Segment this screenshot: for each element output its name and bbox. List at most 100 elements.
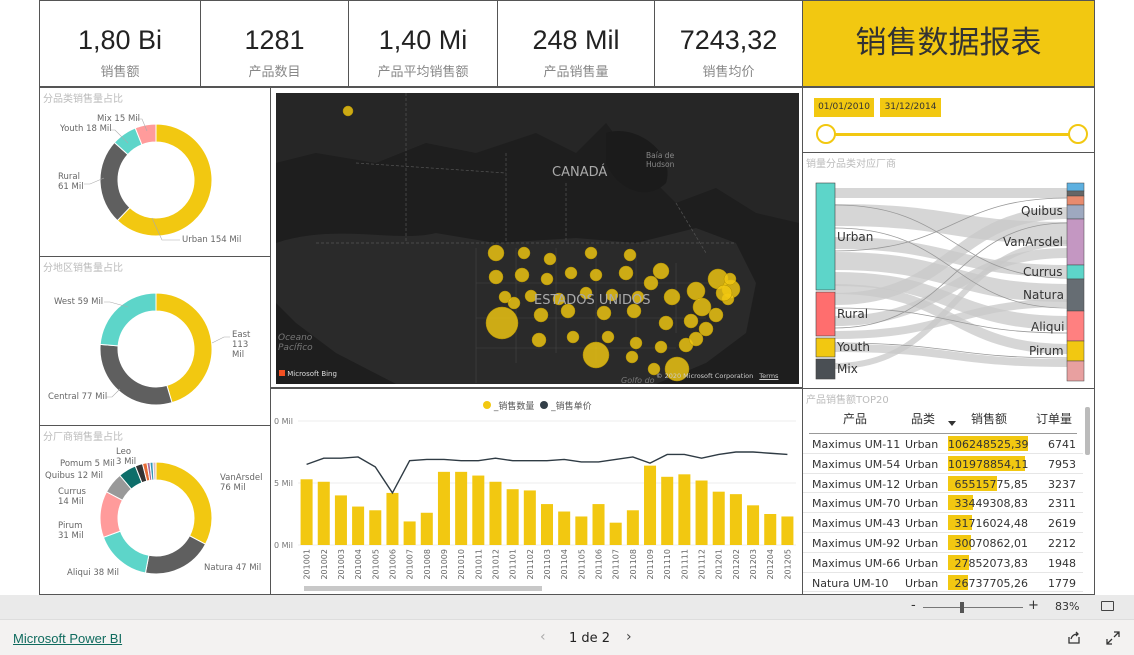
map-bubble[interactable] <box>342 105 354 117</box>
map-bubble[interactable] <box>564 266 578 280</box>
bar-201203[interactable] <box>747 505 760 545</box>
bar-201108[interactable] <box>626 510 639 545</box>
zoom-slider-handle[interactable] <box>960 602 964 613</box>
next-page-chevron-icon[interactable]: › <box>626 629 632 645</box>
table-scrollbar[interactable] <box>1085 407 1090 455</box>
bar-201008[interactable] <box>420 512 433 545</box>
map-bubble[interactable] <box>715 284 733 302</box>
map-bubble[interactable] <box>485 306 519 340</box>
date-slider-track[interactable] <box>825 133 1079 136</box>
header-category[interactable]: 品类 <box>911 410 935 427</box>
chart-scrollbar[interactable] <box>304 586 542 591</box>
map-bubble[interactable] <box>488 269 504 285</box>
table-row[interactable]: Maximus UM-70 Urban 33449308,83 2311 <box>803 493 1083 514</box>
date-slider-start-handle[interactable] <box>816 124 836 144</box>
sankey-panel[interactable]: 销量分品类对应厂商 Urban Rural Youth Mix Quibus V… <box>802 152 1095 389</box>
donut-maker-slice-natura[interactable] <box>144 535 207 575</box>
header-orders[interactable]: 订单量 <box>1036 410 1072 427</box>
fullscreen-icon[interactable] <box>1106 631 1120 645</box>
map-bubble[interactable] <box>596 305 612 321</box>
bar-201004[interactable] <box>352 506 365 545</box>
map-bubble[interactable] <box>566 330 580 344</box>
bar-201101[interactable] <box>506 489 519 545</box>
bar-201111[interactable] <box>678 474 691 545</box>
table-row[interactable]: Maximus UM-43 Urban 31716024,48 2619 <box>803 513 1083 533</box>
price-line[interactable] <box>306 451 788 495</box>
bar-201109[interactable] <box>644 465 657 545</box>
bar-201003[interactable] <box>334 495 347 545</box>
table-row[interactable]: Maximus UM-54 Urban 101978854,11 7953 <box>803 454 1083 474</box>
donut-maker-slice-vanarsdel[interactable] <box>155 461 213 545</box>
sort-desc-icon[interactable] <box>948 421 956 426</box>
bar-201006[interactable] <box>386 492 399 545</box>
bar-201110[interactable] <box>661 476 674 545</box>
map-canvas[interactable]: CANADÁ ESTADOS UNIDOS Baía de Hudson Oce… <box>276 93 799 384</box>
donut-region-panel[interactable]: 分地区销售量占比 East 113 Mil Central 77 Mil Wes… <box>39 256 271 426</box>
map-bubble[interactable] <box>629 336 643 350</box>
terms-link[interactable]: Terms <box>759 372 778 380</box>
donut-region-slice-west[interactable] <box>99 292 157 347</box>
bar-201007[interactable] <box>403 521 416 545</box>
map-bubble[interactable] <box>652 262 670 280</box>
bar-201105[interactable] <box>575 516 588 545</box>
map-bubble[interactable] <box>531 332 547 348</box>
map-bubble[interactable] <box>601 330 615 344</box>
bar-201204[interactable] <box>764 514 777 545</box>
donut-category-panel[interactable]: 分品类销售量占比 Urban 154 Mil Rural 61 Mil Yout… <box>39 87 271 257</box>
table-row[interactable]: Natura UM-10 Urban 26737705,26 1779 <box>803 573 1083 593</box>
date-end-input[interactable]: 31/12/2014 <box>880 98 941 117</box>
map-bubble[interactable] <box>507 296 521 310</box>
bar-201001[interactable] <box>300 479 313 545</box>
prev-page-chevron-icon[interactable]: ‹ <box>540 629 546 645</box>
bar-201102[interactable] <box>523 490 536 545</box>
date-slider-end-handle[interactable] <box>1068 124 1088 144</box>
donut-maker-slice-aliqui[interactable] <box>102 530 150 574</box>
map-bubble[interactable] <box>688 331 704 347</box>
power-bi-link[interactable]: Microsoft Power BI <box>13 631 122 646</box>
map-bubble[interactable] <box>589 268 603 282</box>
zoom-slider[interactable] <box>923 607 1023 608</box>
map-panel[interactable]: CANADÁ ESTADOS UNIDOS Baía de Hudson Oce… <box>270 87 803 388</box>
table-row[interactable]: Maximus UM-12 Urban 65515775,85 3237 <box>803 474 1083 494</box>
map-bubble[interactable] <box>658 315 674 331</box>
map-bubble[interactable] <box>683 313 699 329</box>
bar-201202[interactable] <box>729 494 742 545</box>
bar-201005[interactable] <box>369 510 382 545</box>
bar-201009[interactable] <box>437 471 450 545</box>
map-bubble[interactable] <box>514 267 530 283</box>
fit-page-icon[interactable] <box>1101 601 1114 611</box>
map-bubble[interactable] <box>692 297 712 317</box>
map-bubble[interactable] <box>663 288 681 306</box>
map-bubble[interactable] <box>543 252 557 266</box>
bar-201107[interactable] <box>609 522 622 545</box>
date-start-input[interactable]: 01/01/2010 <box>814 98 874 117</box>
map-bubble[interactable] <box>686 281 706 301</box>
table-row[interactable]: Maximus UM-66 Urban 27852073,83 1948 <box>803 553 1083 573</box>
donut-maker-slice-o3[interactable] <box>152 461 157 481</box>
map-bubble[interactable] <box>723 272 737 286</box>
donut-region-slice-central[interactable] <box>99 343 173 406</box>
bar-201002[interactable] <box>317 481 330 545</box>
header-product[interactable]: 产品 <box>843 410 867 427</box>
map-bubble[interactable] <box>584 246 598 260</box>
map-bubble[interactable] <box>533 307 549 323</box>
zoom-out-button[interactable]: - <box>911 598 916 613</box>
bar-201010[interactable] <box>455 471 468 545</box>
bar-201104[interactable] <box>558 511 571 545</box>
zoom-in-button[interactable]: + <box>1028 598 1039 613</box>
map-bubble[interactable] <box>625 350 639 364</box>
share-icon[interactable] <box>1067 631 1081 645</box>
table-row[interactable]: Maximus UM-11 Urban 106248525,39 6741 <box>803 434 1083 454</box>
map-bubble[interactable] <box>582 341 610 369</box>
donut-maker-panel[interactable]: 分厂商销售量占比 VanArsdel 76 Mil Natura 47 Mil … <box>39 425 271 595</box>
map-bubble[interactable] <box>654 340 668 354</box>
bar-201011[interactable] <box>472 475 485 545</box>
top20-panel[interactable]: 产品销售额TOP20 产品 品类 销售额 订单量 Maximus UM-11 Ur… <box>802 388 1095 595</box>
map-bubble[interactable] <box>623 248 637 262</box>
map-bubble[interactable] <box>540 272 554 286</box>
bar-201205[interactable] <box>781 516 794 545</box>
map-bubble[interactable] <box>618 265 634 281</box>
bar-201103[interactable] <box>540 504 554 545</box>
bar-201201[interactable] <box>712 491 725 545</box>
map-bubble[interactable] <box>643 275 659 291</box>
